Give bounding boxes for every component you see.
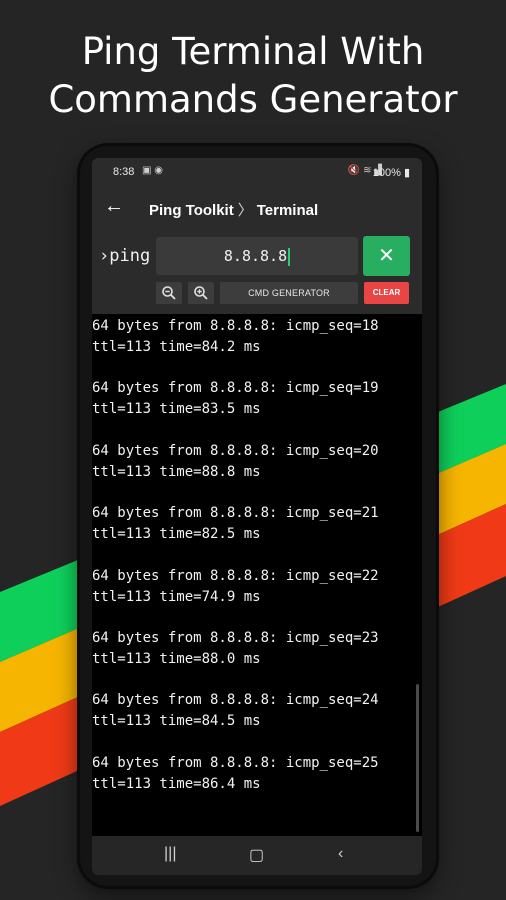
- breadcrumb: Ping Toolkit 〉 Terminal: [149, 199, 318, 220]
- clear-button[interactable]: CLEAR: [364, 282, 409, 304]
- cmd-generator-button[interactable]: CMD GENERATOR: [220, 282, 358, 304]
- recents-icon[interactable]: |||: [164, 845, 176, 863]
- terminal-line: 64 bytes from 8.8.8.8: icmp_seq=25: [92, 755, 379, 771]
- terminal-line: ttl=113 time=86.4 ms: [92, 776, 261, 792]
- clear-input-button[interactable]: ✕: [363, 236, 410, 276]
- terminal-line: ttl=113 time=84.5 ms: [92, 713, 261, 729]
- terminal-line: 64 bytes from 8.8.8.8: icmp_seq=23: [92, 630, 379, 646]
- command-input-value: 8.8.8.8: [223, 247, 288, 265]
- terminal-line: 64 bytes from 8.8.8.8: icmp_seq=21: [92, 505, 379, 521]
- breadcrumb-current: Terminal: [256, 202, 319, 219]
- terminal-scrollbar[interactable]: [416, 684, 419, 832]
- headline-line-2: Commands Generator: [48, 78, 458, 121]
- text-caret: [288, 247, 291, 266]
- back-chevron-icon[interactable]: ‹: [338, 845, 343, 863]
- terminal-line: ttl=113 time=74.9 ms: [92, 589, 261, 605]
- status-bar: 8:38 ▣ ◉ 🔇 ≋ ▟ 100% ▮: [92, 158, 422, 186]
- phone-screen: 8:38 ▣ ◉ 🔇 ≋ ▟ 100% ▮ ← Ping Toolkit 〉 Ter…: [92, 158, 422, 875]
- command-input[interactable]: 8.8.8.8: [156, 237, 358, 275]
- home-icon[interactable]: ▢: [249, 845, 264, 865]
- breadcrumb-separator: 〉: [237, 202, 253, 219]
- terminal-line: ttl=113 time=88.8 ms: [92, 464, 261, 480]
- terminal-line: ttl=113 time=88.0 ms: [92, 651, 261, 667]
- terminal-line: 64 bytes from 8.8.8.8: icmp_seq=20: [92, 443, 379, 459]
- terminal-line: ttl=113 time=84.2 ms: [92, 339, 261, 355]
- terminal-line: 64 bytes from 8.8.8.8: icmp_seq=24: [92, 692, 379, 708]
- terminal-line: 64 bytes from 8.8.8.8: icmp_seq=22: [92, 568, 379, 584]
- command-prompt: ›ping: [99, 246, 151, 266]
- terminal-line: ttl=113 time=83.5 ms: [92, 401, 261, 417]
- close-icon: ✕: [378, 245, 395, 267]
- back-arrow-icon[interactable]: ←: [104, 195, 124, 218]
- notification-icons: ▣ ◉: [142, 165, 163, 176]
- promo-headline: Ping Terminal With Commands Generator: [0, 28, 506, 124]
- terminal-line: 64 bytes from 8.8.8.8: icmp_seq=19: [92, 380, 379, 396]
- zoom-out-button[interactable]: [156, 282, 182, 304]
- terminal-output[interactable]: 64 bytes from 8.8.8.8: icmp_seq=18 ttl=1…: [92, 314, 422, 836]
- command-bar: ›ping 8.8.8.8 ✕ CMD GENERATOR CLEAR: [92, 230, 422, 314]
- battery-level: 100% ▮: [372, 167, 410, 179]
- breadcrumb-root[interactable]: Ping Toolkit: [149, 202, 234, 219]
- app-bar: ← Ping Toolkit 〉 Terminal: [92, 186, 422, 230]
- status-time: 8:38: [113, 166, 135, 178]
- zoom-out-icon: [162, 286, 176, 300]
- zoom-in-button[interactable]: [188, 282, 214, 304]
- terminal-line: 64 bytes from 8.8.8.8: icmp_seq=18: [92, 318, 379, 334]
- system-nav-bar: ||| ▢ ‹: [92, 836, 422, 875]
- headline-line-1: Ping Terminal With: [81, 30, 425, 73]
- terminal-line: ttl=113 time=82.5 ms: [92, 526, 261, 542]
- zoom-in-icon: [194, 286, 208, 300]
